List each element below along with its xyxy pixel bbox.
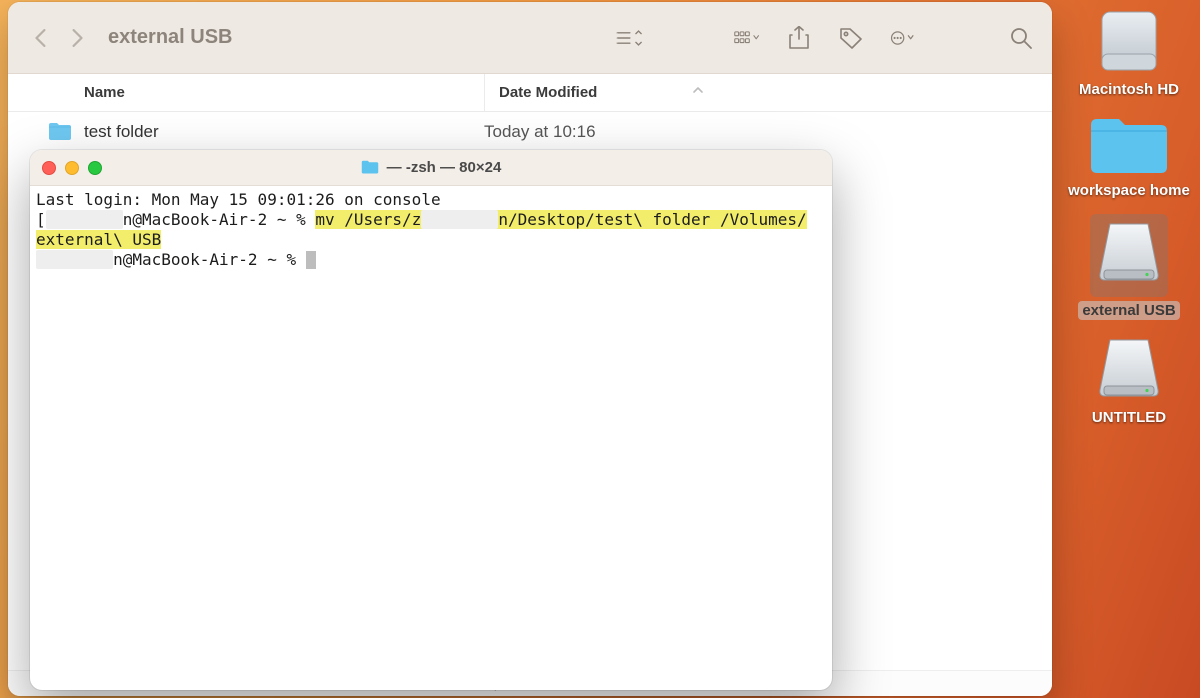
desktop-item-label: Macintosh HD	[1075, 80, 1183, 99]
share-icon[interactable]	[786, 27, 812, 49]
search-icon[interactable]	[1008, 27, 1034, 49]
terminal-prompt: n@MacBook-Air-2 ~ %	[123, 210, 316, 229]
close-button[interactable]	[42, 161, 56, 175]
column-name[interactable]: Name	[84, 84, 484, 101]
finder-title: external USB	[108, 26, 233, 49]
redacted-text: z	[46, 210, 123, 229]
file-name: test folder	[84, 122, 159, 142]
desktop-item-label: UNTITLED	[1088, 408, 1170, 427]
back-button[interactable]	[32, 29, 50, 47]
terminal-title: — -zsh — 80×24	[387, 159, 502, 176]
redacted-text: z	[36, 250, 113, 269]
file-date: Today at 10:16	[484, 122, 714, 142]
sort-chevron-icon	[692, 84, 704, 101]
action-menu-icon[interactable]	[890, 27, 916, 49]
finder-column-headers: Name Date Modified	[8, 74, 1052, 112]
terminal-titlebar[interactable]: — -zsh — 80×24	[30, 150, 832, 186]
column-date-modified[interactable]: Date Modified	[484, 74, 714, 111]
tag-icon[interactable]	[838, 27, 864, 49]
desktop-drive-external-usb[interactable]: external USB	[1063, 214, 1195, 320]
desktop-icons: Macintosh HD workspace home external USB…	[1058, 6, 1200, 427]
external-drive-icon	[1094, 334, 1164, 404]
desktop-drive-untitled[interactable]: UNTITLED	[1063, 334, 1195, 427]
desktop-item-label: external USB	[1078, 301, 1179, 320]
highlighted-command: mv /Users/z n/Desktop/test\ folder /Volu…	[315, 210, 806, 229]
terminal-window: — -zsh — 80×24 Last login: Mon May 15 09…	[30, 150, 832, 690]
list-item[interactable]: test folder Today at 10:16	[8, 112, 1052, 152]
column-date-label: Date Modified	[499, 84, 597, 101]
view-list-icon[interactable]	[616, 27, 642, 49]
group-icon[interactable]	[734, 27, 760, 49]
terminal-line: Last login: Mon May 15 09:01:26 on conso…	[36, 190, 441, 209]
terminal-body[interactable]: Last login: Mon May 15 09:01:26 on conso…	[30, 186, 832, 690]
minimize-button[interactable]	[65, 161, 79, 175]
desktop-item-label: workspace home	[1064, 181, 1194, 200]
folder-icon	[361, 160, 379, 175]
internal-drive-icon	[1094, 6, 1164, 76]
desktop-folder-workspace-home[interactable]: workspace home	[1063, 113, 1195, 200]
zoom-button[interactable]	[88, 161, 102, 175]
terminal-prompt: n@MacBook-Air-2 ~ %	[113, 250, 306, 269]
cursor	[306, 251, 316, 269]
finder-toolbar: external USB	[8, 2, 1052, 74]
highlighted-command: external\ USB	[36, 230, 161, 249]
external-drive-icon	[1094, 218, 1164, 288]
folder-icon	[48, 122, 72, 142]
folder-icon	[1087, 113, 1171, 177]
desktop-drive-macintosh-hd[interactable]: Macintosh HD	[1063, 6, 1195, 99]
forward-button[interactable]	[68, 29, 86, 47]
